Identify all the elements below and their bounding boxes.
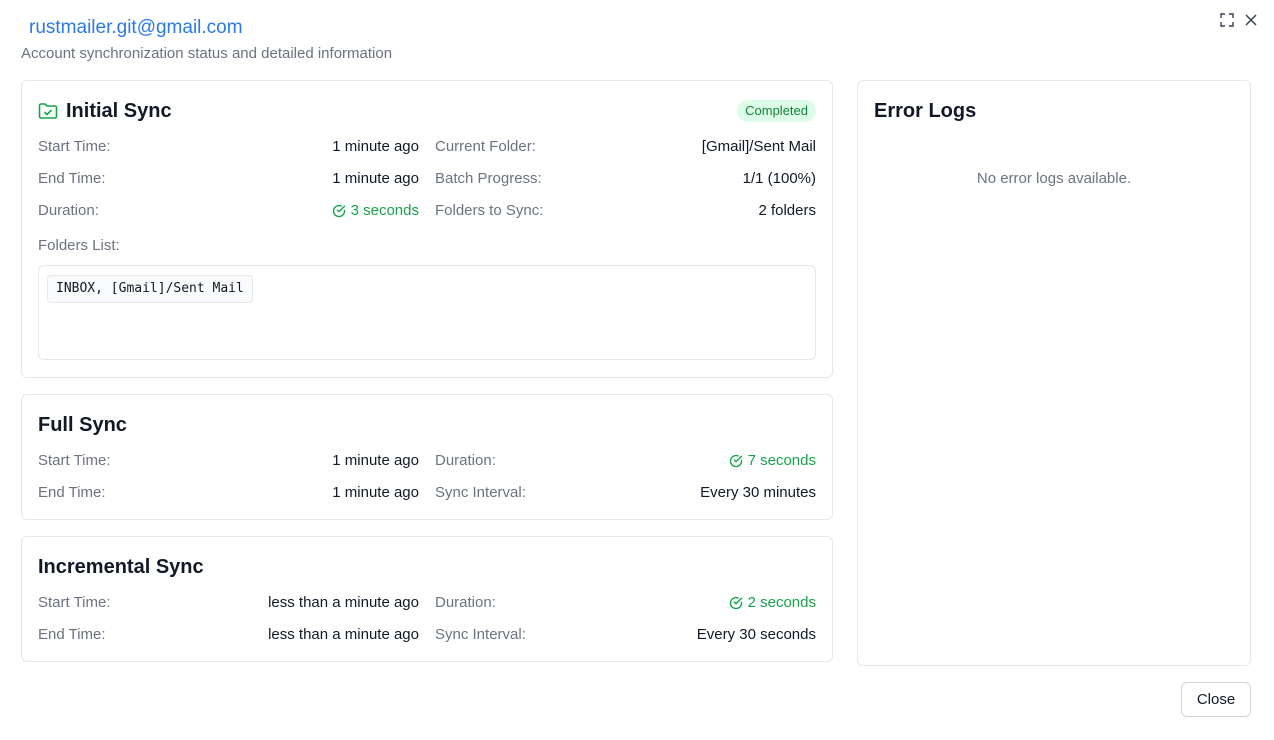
sync-interval-value: Every 30 minutes	[700, 484, 816, 501]
duration-value: 3 seconds	[332, 201, 419, 221]
sync-interval-label: Sync Interval:	[435, 626, 526, 643]
current-folder-value: [Gmail]/Sent Mail	[701, 138, 816, 155]
error-logs-title: Error Logs	[874, 100, 977, 122]
full-sync-card: Full Sync Start Time: 1 minute ago End T…	[21, 394, 833, 520]
check-circle-icon	[729, 454, 742, 468]
duration-text: 2 seconds	[747, 594, 816, 611]
sync-interval-value: Every 30 seconds	[696, 626, 816, 643]
dialog-subtitle: Account synchronization status and detai…	[21, 45, 393, 62]
start-time-value: less than a minute ago	[268, 594, 419, 611]
duration-text: 3 seconds	[350, 202, 419, 219]
start-time-label: Start Time:	[38, 452, 111, 469]
initial-duration-row: Duration: 3 seconds	[38, 201, 419, 221]
folders-list-chip: INBOX, [Gmail]/Sent Mail	[47, 275, 253, 303]
duration-text: 7 seconds	[747, 452, 816, 469]
full-sync-interval-row: Sync Interval: Every 30 minutes	[435, 483, 816, 503]
initial-end-time-row: End Time: 1 minute ago	[38, 169, 419, 189]
folders-to-sync-label: Folders to Sync:	[435, 202, 544, 219]
close-button[interactable]: Close	[1181, 682, 1251, 717]
incremental-sync-card: Incremental Sync Start Time: less than a…	[21, 536, 833, 662]
start-time-label: Start Time:	[38, 138, 111, 155]
incremental-sync-title: Incremental Sync	[38, 556, 204, 578]
batch-progress-label: Batch Progress:	[435, 170, 542, 187]
folders-to-sync-row: Folders to Sync: 2 folders	[435, 201, 816, 221]
duration-label: Duration:	[435, 452, 496, 469]
initial-sync-heading: Initial Sync	[38, 99, 172, 123]
full-end-time-row: End Time: 1 minute ago	[38, 483, 419, 503]
duration-label: Duration:	[38, 202, 99, 219]
duration-value: 2 seconds	[729, 593, 816, 613]
end-time-label: End Time:	[38, 170, 106, 187]
check-circle-icon	[332, 204, 345, 218]
batch-progress-value: 1/1 (100%)	[742, 170, 816, 187]
start-time-label: Start Time:	[38, 594, 111, 611]
full-sync-title: Full Sync	[38, 414, 127, 436]
current-folder-label: Current Folder:	[435, 138, 536, 155]
incremental-duration-row: Duration: 2 seconds	[435, 593, 816, 613]
initial-sync-title: Initial Sync	[66, 100, 172, 122]
initial-sync-card: Initial Sync Completed Start Time: 1 min…	[21, 80, 833, 378]
check-circle-icon	[729, 596, 742, 610]
incremental-sync-interval-row: Sync Interval: Every 30 seconds	[435, 625, 816, 645]
duration-value: 7 seconds	[729, 451, 816, 471]
status-badge: Completed	[737, 100, 816, 122]
start-time-value: 1 minute ago	[332, 452, 419, 469]
initial-start-time-row: Start Time: 1 minute ago	[38, 137, 419, 157]
error-logs-empty-message: No error logs available.	[976, 170, 1132, 187]
end-time-value: 1 minute ago	[332, 484, 419, 501]
incremental-end-time-row: End Time: less than a minute ago	[38, 625, 419, 645]
full-start-time-row: Start Time: 1 minute ago	[38, 451, 419, 471]
current-folder-row: Current Folder: [Gmail]/Sent Mail	[435, 137, 816, 157]
folders-list-box: INBOX, [Gmail]/Sent Mail	[38, 265, 816, 360]
sync-interval-label: Sync Interval:	[435, 484, 526, 501]
error-logs-card: Error Logs No error logs available.	[857, 80, 1251, 666]
end-time-label: End Time:	[38, 626, 106, 643]
incremental-start-time-row: Start Time: less than a minute ago	[38, 593, 419, 613]
end-time-label: End Time:	[38, 484, 106, 501]
folders-list-label: Folders List:	[38, 237, 120, 254]
end-time-value: less than a minute ago	[268, 626, 419, 643]
end-time-value: 1 minute ago	[332, 170, 419, 187]
folder-check-icon	[38, 102, 58, 120]
account-sync-dialog: rustmailer.git@gmail.com Account synchro…	[0, 0, 1274, 740]
fullscreen-icon[interactable]	[1217, 10, 1237, 30]
folders-to-sync-value: 2 folders	[758, 202, 816, 219]
close-icon[interactable]	[1241, 10, 1261, 30]
duration-label: Duration:	[435, 594, 496, 611]
start-time-value: 1 minute ago	[332, 138, 419, 155]
full-duration-row: Duration: 7 seconds	[435, 451, 816, 471]
dialog-title: rustmailer.git@gmail.com	[29, 17, 243, 38]
batch-progress-row: Batch Progress: 1/1 (100%)	[435, 169, 816, 189]
